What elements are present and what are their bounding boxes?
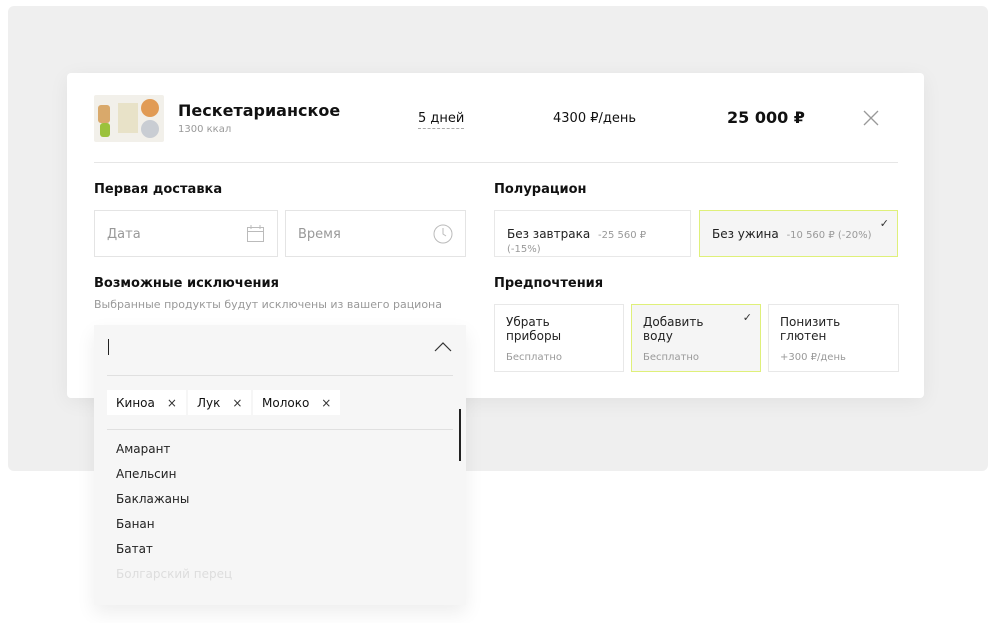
exclusions-search-input[interactable] (94, 325, 466, 373)
remove-icon[interactable]: × (321, 396, 331, 410)
chip-label: Лук (197, 396, 221, 410)
half-heading: Полурацион (494, 182, 587, 197)
half-option-no-breakfast[interactable]: Без завтрака -25 560 ₽ (-15%) (494, 210, 691, 257)
half-option-no-dinner[interactable]: Без ужина -10 560 ₽ (-20%) ✓ (699, 210, 898, 257)
option-label: глютен (780, 329, 827, 343)
time-placeholder: Время (298, 227, 341, 242)
list-item[interactable]: Банан (116, 517, 155, 531)
divider (107, 375, 453, 376)
list-item[interactable]: Амарант (116, 442, 170, 456)
remove-icon[interactable]: × (232, 396, 242, 410)
option-label: Понизить (780, 315, 841, 329)
list-item[interactable]: Батат (116, 542, 153, 556)
check-icon: ✓ (879, 217, 889, 230)
option-note: -10 560 ₽ (-20%) (786, 230, 872, 241)
exclusions-subtitle: Выбранные продукты будут исключены из ва… (94, 298, 442, 311)
date-field[interactable]: Дата (94, 210, 278, 257)
option-label: Добавить (643, 315, 704, 329)
close-icon[interactable] (862, 109, 880, 127)
chip-label: Киноа (116, 396, 155, 410)
remove-icon[interactable]: × (167, 396, 177, 410)
chevron-up-icon[interactable] (434, 342, 452, 352)
chip-label: Молоко (262, 396, 310, 410)
exclusions-dropdown: Киноа × Лук × Молоко × Амарант Апельсин Бак… (94, 325, 466, 605)
list-item[interactable]: Апельсин (116, 467, 176, 481)
date-placeholder: Дата (107, 227, 141, 242)
list-item[interactable]: Болгарский перец (116, 567, 232, 581)
divider (94, 162, 898, 163)
chip-quinoa: Киноа × (107, 390, 186, 415)
option-label: Без ужина (712, 227, 779, 241)
pref-option-cutlery[interactable]: Убрать приборы Бесплатно (494, 304, 624, 372)
scrollbar[interactable] (459, 409, 461, 461)
option-label: воду (643, 329, 673, 343)
days-selector[interactable]: 5 дней (418, 111, 465, 129)
pref-option-gluten[interactable]: Понизить глютен +300 ₽/день (768, 304, 899, 372)
option-price: +300 ₽/день (780, 352, 846, 363)
check-icon: ✓ (742, 311, 752, 324)
option-label: Без завтрака (507, 227, 591, 241)
text-cursor (108, 339, 109, 355)
clock-icon (433, 224, 453, 244)
option-label: Убрать (506, 315, 550, 329)
product-kcal: 1300 ккал (178, 124, 232, 135)
prefs-heading: Предпочтения (494, 276, 604, 291)
time-field[interactable]: Время (285, 210, 466, 257)
option-label: приборы (506, 329, 562, 343)
chip-milk: Молоко × (253, 390, 341, 415)
chip-onion: Лук × (188, 390, 252, 415)
calendar-icon (247, 225, 264, 242)
divider (107, 429, 453, 430)
list-item[interactable]: Баклажаны (116, 492, 189, 506)
total-price: 25 000 ₽ (727, 108, 805, 127)
exclusions-heading: Возможные исключения (94, 276, 279, 291)
delivery-heading: Первая доставка (94, 182, 223, 197)
product-title: Пескетарианское (178, 101, 341, 120)
pref-option-water[interactable]: Добавить воду Бесплатно ✓ (631, 304, 761, 372)
option-price: Бесплатно (643, 352, 700, 363)
option-price: Бесплатно (506, 352, 563, 363)
price-per-day: 4300 ₽/день (553, 111, 637, 126)
product-image (94, 95, 164, 142)
